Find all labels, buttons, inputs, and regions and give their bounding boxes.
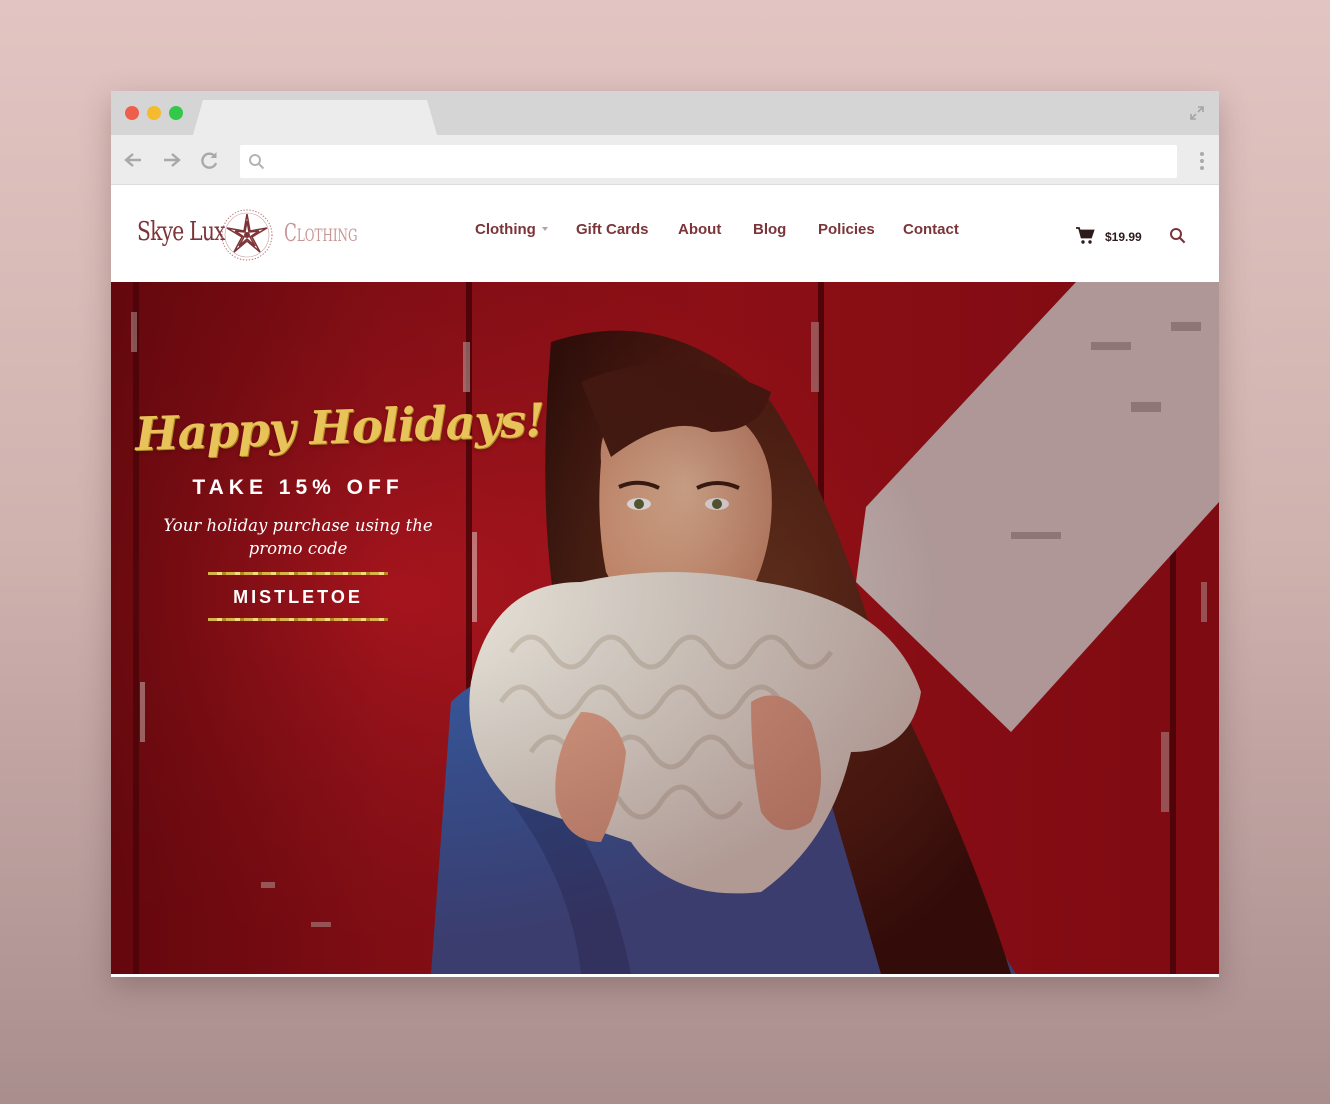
maximize-window-button[interactable] bbox=[169, 106, 183, 120]
nav-item-blog[interactable]: Blog bbox=[753, 221, 786, 238]
expand-icon[interactable] bbox=[1189, 105, 1205, 121]
cart-total: $19.99 bbox=[1105, 230, 1142, 244]
browser-titlebar bbox=[111, 91, 1219, 135]
chevron-down-icon bbox=[541, 227, 548, 231]
promo-offer: TAKE 15% OFF bbox=[192, 476, 404, 499]
promo-panel: Happy Holidays! TAKE 15% OFF Your holida… bbox=[134, 393, 545, 621]
close-window-button[interactable] bbox=[125, 106, 139, 120]
search-icon[interactable] bbox=[1169, 227, 1187, 245]
address-bar[interactable] bbox=[240, 145, 1177, 180]
gold-divider bbox=[208, 618, 388, 621]
promo-code: MISTLETOE bbox=[233, 587, 363, 607]
url-input[interactable] bbox=[272, 145, 1166, 180]
hero-banner: Happy Holidays! TAKE 15% OFF Your holida… bbox=[111, 282, 1219, 974]
browser-tab[interactable] bbox=[193, 100, 437, 135]
shopping-cart-icon bbox=[1076, 227, 1095, 244]
logo-tagline: Clothing bbox=[284, 219, 358, 247]
nav-item-gift-cards[interactable]: Gift Cards bbox=[576, 221, 649, 238]
back-arrow-icon[interactable] bbox=[123, 151, 143, 169]
reload-icon[interactable] bbox=[200, 151, 220, 169]
more-menu-icon[interactable] bbox=[1199, 151, 1205, 171]
site-logo[interactable]: Skye Lux Clothing bbox=[137, 205, 367, 265]
minimize-window-button[interactable] bbox=[147, 106, 161, 120]
hero-photo bbox=[111, 282, 1219, 974]
forward-arrow-icon[interactable] bbox=[162, 151, 182, 169]
nav-item-contact[interactable]: Contact bbox=[903, 221, 959, 238]
nav-item-policies[interactable]: Policies bbox=[818, 221, 875, 238]
search-icon bbox=[249, 154, 265, 170]
nav-item-about[interactable]: About bbox=[678, 221, 721, 238]
browser-window: Skye Lux Clothing Clothing Gift Cards Ab… bbox=[111, 91, 1219, 977]
logo-brand-name: Skye Lux bbox=[137, 217, 226, 247]
star-emblem-icon bbox=[221, 209, 273, 261]
nav-item-label: Clothing bbox=[475, 221, 536, 238]
promo-subtext: Your holiday purchase using the promo co… bbox=[163, 516, 433, 558]
nav-item-clothing[interactable]: Clothing bbox=[475, 221, 548, 238]
browser-toolbar bbox=[111, 135, 1219, 185]
site-header: Skye Lux Clothing Clothing Gift Cards Ab… bbox=[111, 185, 1219, 282]
